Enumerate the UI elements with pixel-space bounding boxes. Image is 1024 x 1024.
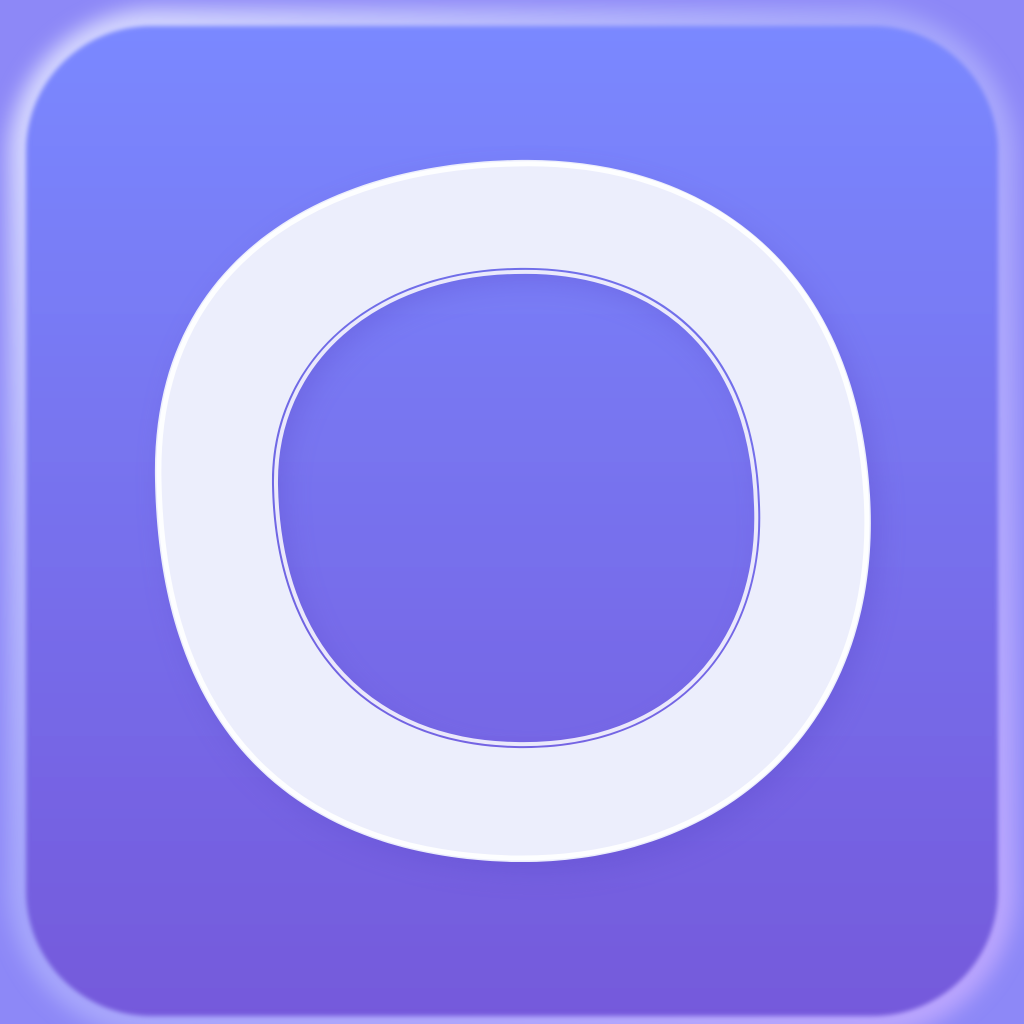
- app-icon: [0, 0, 1024, 1024]
- app-icon-graphic: [0, 0, 1024, 1024]
